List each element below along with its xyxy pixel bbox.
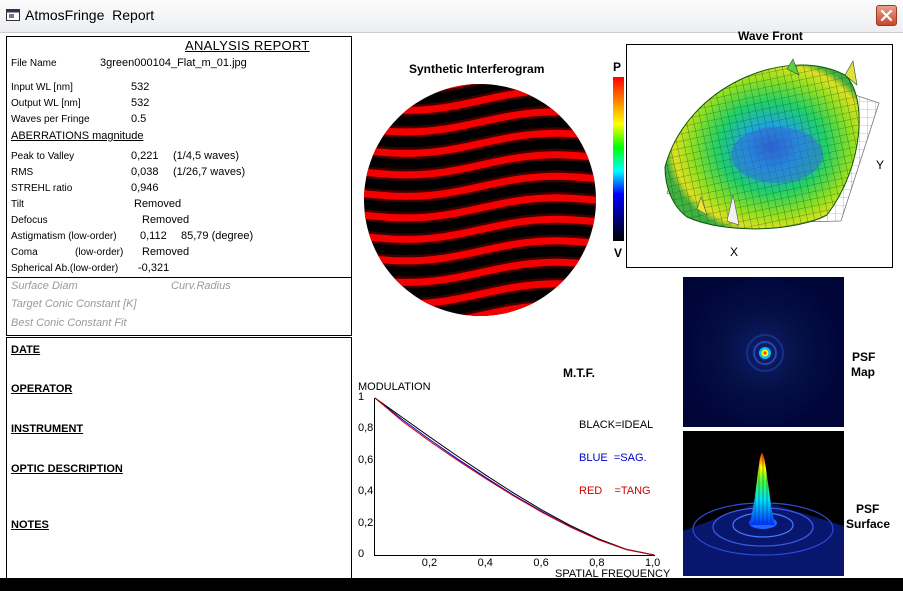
strehl-value: 0,946 bbox=[131, 182, 159, 194]
peak-to-valley-value: 0,221 bbox=[131, 150, 159, 162]
defocus-label: Defocus bbox=[11, 215, 48, 226]
conic-panel: Surface Diam Curv.Radius Target Conic Co… bbox=[6, 277, 352, 336]
input-wl-value: 532 bbox=[131, 81, 150, 93]
rms-label: RMS bbox=[11, 167, 34, 178]
window-title: AtmosFringe Report bbox=[25, 7, 155, 23]
wavefront-title: Wave Front bbox=[738, 29, 803, 43]
wavefront-axis-y: Y bbox=[876, 158, 884, 172]
report-window: AtmosFringe Report ANALYSIS REPORT File … bbox=[0, 0, 903, 578]
best-conic-label: Best Conic Constant Fit bbox=[11, 317, 127, 329]
legend-ideal: BLACK=IDEAL bbox=[579, 419, 654, 431]
interferogram-image bbox=[364, 84, 596, 316]
waves-per-fringe-value: 0.5 bbox=[131, 113, 147, 125]
wavefront-plot: Y X bbox=[664, 58, 884, 259]
close-button[interactable] bbox=[876, 5, 897, 26]
psf-map-image bbox=[683, 277, 844, 427]
report-title: ANALYSIS REPORT bbox=[185, 38, 310, 53]
interferogram-title: Synthetic Interferogram bbox=[409, 62, 545, 76]
coma-label: Coma bbox=[11, 247, 38, 258]
psf-surface-image bbox=[683, 431, 844, 576]
rms-value: 0,038 bbox=[131, 166, 159, 178]
mtf-x-tick: 0,4 bbox=[477, 557, 493, 569]
surface-diam-label: Surface Diam bbox=[11, 280, 78, 292]
mtf-y-tick: 0,4 bbox=[358, 485, 374, 498]
mtf-title: M.T.F. bbox=[563, 366, 595, 380]
file-name-value: 3green000104_Flat_m_01.jpg bbox=[100, 57, 247, 69]
tilt-value: Removed bbox=[134, 198, 182, 210]
spherical-label: Spherical Ab.(low-order) bbox=[11, 263, 119, 274]
mtf-y-tick: 1 bbox=[358, 391, 365, 403]
mtf-y-tick: 0,8 bbox=[358, 422, 374, 435]
mtf-legend: BLACK=IDEAL BLUE =SAG. RED =TANG bbox=[579, 398, 653, 519]
strehl-label: STREHL ratio bbox=[11, 183, 73, 194]
notes-label: NOTES bbox=[11, 519, 49, 531]
mtf-ylabel: MODULATION bbox=[358, 381, 431, 393]
peak-to-valley-label: Peak to Valley bbox=[11, 151, 75, 162]
tilt-label: Tilt bbox=[11, 199, 24, 210]
mtf-xlabel: SPATIAL FREQUENCY bbox=[555, 568, 671, 578]
waves-per-fringe-label: Waves per Fringe bbox=[11, 114, 90, 125]
rms-waves: (1/26,7 waves) bbox=[173, 166, 246, 178]
close-icon bbox=[880, 9, 893, 22]
coma-sublabel: (low-order) bbox=[75, 247, 124, 258]
aberrations-title: ABERRATIONS magnitude bbox=[11, 130, 144, 142]
analysis-report-panel: ANALYSIS REPORT File Name 3green000104_F… bbox=[6, 36, 352, 278]
scale-top-label: P bbox=[613, 60, 622, 74]
color-scale-bar bbox=[613, 77, 624, 241]
wavefront-panel: Y X bbox=[626, 44, 893, 268]
info-panel: DATE OPERATOR INSTRUMENT OPTIC DESCRIPTI… bbox=[6, 337, 352, 578]
legend-tang: RED =TANG bbox=[579, 485, 651, 497]
target-conic-label: Target Conic Constant [K] bbox=[11, 298, 137, 310]
psf-map-label-1: PSF bbox=[852, 350, 876, 364]
report-window-icon bbox=[6, 9, 20, 21]
mtf-x-tick: 0,2 bbox=[421, 557, 438, 569]
operator-label: OPERATOR bbox=[11, 383, 73, 395]
psf-surface-label-1: PSF bbox=[856, 502, 880, 516]
spherical-value: -0,321 bbox=[138, 262, 170, 274]
optic-description-label: OPTIC DESCRIPTION bbox=[11, 463, 123, 475]
output-wl-label: Output WL [nm] bbox=[11, 98, 81, 109]
input-wl-label: Input WL [nm] bbox=[11, 82, 73, 93]
legend-sag: BLUE =SAG. bbox=[579, 452, 647, 464]
file-name-label: File Name bbox=[11, 58, 57, 69]
date-label: DATE bbox=[11, 344, 41, 356]
wavefront-axis-x: X bbox=[730, 245, 738, 259]
defocus-value: Removed bbox=[142, 214, 190, 226]
peak-to-valley-waves: (1/4,5 waves) bbox=[173, 150, 240, 162]
psf-map-label-2: Map bbox=[851, 365, 875, 379]
instrument-label: INSTRUMENT bbox=[11, 423, 84, 435]
astigmatism-value: 0,112 bbox=[140, 230, 167, 242]
scale-bottom-label: V bbox=[614, 246, 623, 260]
mtf-y-tick: 0,6 bbox=[358, 453, 374, 466]
curv-radius-label: Curv.Radius bbox=[171, 280, 231, 292]
astigmatism-label: Astigmatism (low-order) bbox=[11, 231, 117, 242]
mtf-y-tick: 0 bbox=[358, 548, 365, 560]
astigmatism-angle: 85,79 (degree) bbox=[181, 230, 254, 242]
output-wl-value: 532 bbox=[131, 97, 150, 109]
mtf-y-tick: 0,2 bbox=[358, 516, 374, 529]
mtf-x-tick: 0,6 bbox=[533, 557, 549, 569]
psf-surface-label-2: Surface bbox=[846, 517, 891, 531]
coma-value: Removed bbox=[142, 246, 190, 258]
